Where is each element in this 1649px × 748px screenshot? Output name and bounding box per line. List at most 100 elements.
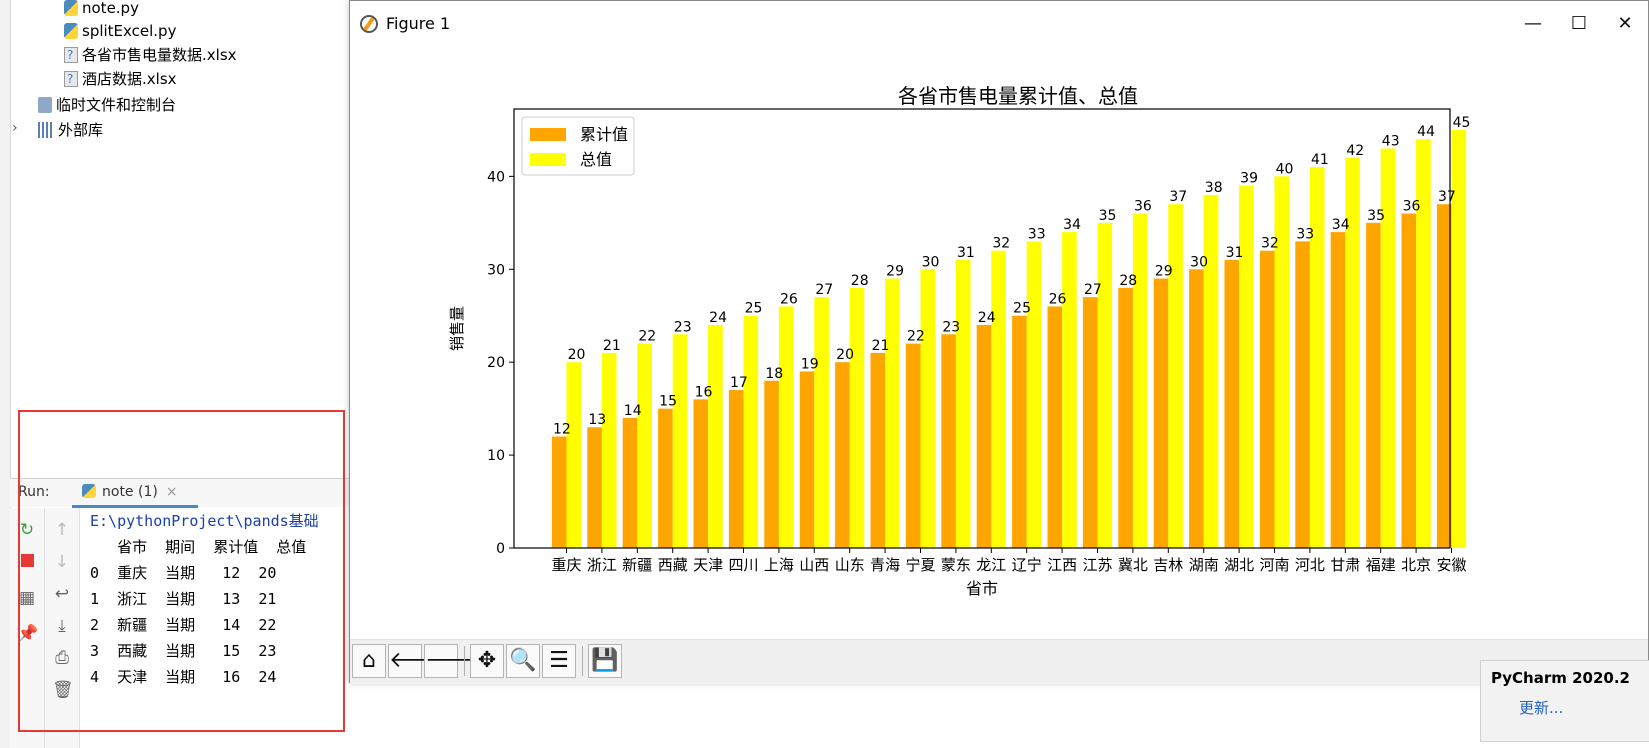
bar-cumulative bbox=[835, 362, 850, 548]
bar-total bbox=[1203, 194, 1219, 548]
bar-value-label: 33 bbox=[1028, 226, 1046, 242]
chevron-right-icon[interactable]: › bbox=[12, 120, 18, 136]
bar-cumulative bbox=[551, 436, 567, 548]
bar-series-group bbox=[551, 129, 1467, 549]
library-icon bbox=[38, 122, 54, 138]
bar-total bbox=[1239, 185, 1254, 548]
unknown-file-icon bbox=[64, 43, 78, 67]
x-tick-label: 上海 bbox=[764, 556, 794, 574]
bar-cumulative bbox=[941, 334, 956, 548]
unknown-file-icon bbox=[64, 67, 78, 91]
configure-subplots-icon[interactable]: ☰ bbox=[542, 644, 576, 678]
bar-cumulative bbox=[693, 399, 709, 548]
bar-value-label: 28 bbox=[851, 273, 869, 289]
bar-value-label: 37 bbox=[1438, 189, 1456, 205]
minimize-icon[interactable]: — bbox=[1510, 9, 1556, 39]
x-tick-label: 吉林 bbox=[1153, 556, 1183, 574]
y-tick-label: 40 bbox=[487, 169, 505, 185]
bar-cumulative bbox=[976, 325, 992, 548]
bar-total bbox=[637, 343, 652, 548]
bar-value-label: 22 bbox=[638, 329, 656, 345]
x-tick-label: 湖北 bbox=[1224, 556, 1254, 574]
toolbar-separator bbox=[464, 646, 465, 676]
legend-label: 总值 bbox=[580, 150, 612, 169]
matplotlib-app-icon bbox=[360, 15, 378, 33]
bar-total bbox=[1132, 213, 1148, 548]
y-tick-label: 20 bbox=[487, 355, 505, 371]
bar-total bbox=[566, 362, 582, 548]
bar-cumulative bbox=[870, 352, 886, 548]
bar-cumulative bbox=[1295, 241, 1310, 548]
tree-item-hotel-xlsx[interactable]: 酒店数据.xlsx bbox=[64, 67, 177, 91]
bar-total bbox=[1274, 176, 1290, 548]
bar-value-label: 19 bbox=[801, 356, 819, 372]
bar-cumulative bbox=[1153, 278, 1169, 548]
home-icon[interactable]: ⌂ bbox=[352, 644, 386, 678]
x-tick-label: 河北 bbox=[1295, 556, 1325, 574]
tree-item-sales-xlsx[interactable]: 各省市售电量数据.xlsx bbox=[64, 43, 237, 67]
x-tick-label: 辽宁 bbox=[1012, 556, 1042, 574]
bar-value-label: 43 bbox=[1382, 133, 1400, 149]
bar-cumulative bbox=[728, 390, 744, 548]
bar-value-label: 12 bbox=[553, 422, 571, 438]
close-icon[interactable]: ✕ bbox=[1602, 9, 1648, 39]
bar-value-label: 35 bbox=[1367, 208, 1385, 224]
tree-item-note-py[interactable]: note.py bbox=[64, 0, 139, 20]
bar-value-label: 25 bbox=[1013, 301, 1031, 317]
bar-value-label: 36 bbox=[1134, 199, 1152, 215]
bar-cumulative bbox=[1047, 306, 1063, 548]
back-arrow-icon[interactable]: 🡐 bbox=[388, 644, 448, 678]
bar-value-label: 32 bbox=[1261, 236, 1279, 252]
bar-value-label: 31 bbox=[1226, 245, 1244, 261]
zoom-icon[interactable]: 🔍 bbox=[506, 644, 540, 678]
update-notification[interactable]: PyCharm 2020.2 更新... bbox=[1480, 660, 1649, 742]
x-tick-label: 河南 bbox=[1259, 556, 1289, 574]
bar-value-label: 45 bbox=[1453, 115, 1471, 131]
bar-value-label: 24 bbox=[709, 310, 727, 326]
bar-value-label: 23 bbox=[674, 319, 692, 335]
bar-total bbox=[601, 352, 617, 548]
x-tick-label: 浙江 bbox=[587, 556, 617, 574]
matplotlib-toolbar: ⌂ 🡐 🡒 ✥ 🔍 ☰ 💾 bbox=[350, 639, 1648, 684]
y-axis-label: 销售量 bbox=[448, 306, 466, 351]
window-titlebar[interactable]: Figure 1 — ☐ ✕ bbox=[350, 1, 1648, 47]
tree-item-external-libraries[interactable]: 外部库 bbox=[38, 118, 103, 142]
save-icon[interactable]: 💾 bbox=[588, 644, 622, 678]
bar-total bbox=[1097, 222, 1113, 548]
x-tick-label: 龙江 bbox=[976, 556, 1006, 574]
pan-icon[interactable]: ✥ bbox=[470, 644, 504, 678]
y-axis-ticks: 0 10 20 30 40 bbox=[487, 169, 514, 557]
tree-item-splitexcel-py[interactable]: splitExcel.py bbox=[64, 19, 176, 43]
bar-value-label: 34 bbox=[1063, 217, 1081, 233]
forward-arrow-icon[interactable]: 🡒 bbox=[424, 644, 484, 678]
bar-chart: 各省市售电量累计值、总值 12 20 13 21 14 22 15 23 16 24 17 25 18 2… bbox=[448, 84, 1471, 598]
bar-value-label: 44 bbox=[1417, 124, 1435, 140]
bar-value-label: 33 bbox=[1296, 226, 1314, 242]
bar-value-label: 37 bbox=[1169, 189, 1187, 205]
bar-value-label: 36 bbox=[1403, 199, 1421, 215]
bar-cumulative bbox=[1259, 250, 1275, 548]
bar-value-label: 13 bbox=[588, 412, 606, 428]
bar-value-label: 24 bbox=[978, 310, 996, 326]
bar-value-label: 30 bbox=[922, 254, 940, 270]
x-tick-label: 西藏 bbox=[658, 556, 688, 574]
bar-value-label: 31 bbox=[957, 245, 975, 261]
plot-canvas[interactable]: 各省市售电量累计值、总值 12 20 13 21 14 22 15 23 16 24 17 25 18 2… bbox=[350, 47, 1648, 639]
bar-total bbox=[672, 334, 688, 548]
maximize-icon[interactable]: ☐ bbox=[1556, 9, 1602, 39]
tree-item-label: 临时文件和控制台 bbox=[56, 96, 177, 114]
bar-value-label: 26 bbox=[780, 291, 798, 307]
bar-total bbox=[814, 297, 829, 548]
bar-value-label: 41 bbox=[1311, 152, 1329, 168]
bar-value-label: 17 bbox=[730, 375, 748, 391]
tree-item-label: 外部库 bbox=[58, 121, 104, 139]
update-link[interactable]: 更新... bbox=[1519, 697, 1563, 718]
x-tick-label: 湖南 bbox=[1189, 556, 1219, 574]
tree-item-scratches[interactable]: 临时文件和控制台 bbox=[38, 93, 176, 117]
bar-value-label: 21 bbox=[872, 338, 890, 354]
bar-cumulative bbox=[587, 427, 602, 548]
bar-cumulative bbox=[1436, 204, 1452, 549]
bar-cumulative bbox=[1330, 232, 1346, 548]
chart-title: 各省市售电量累计值、总值 bbox=[898, 84, 1138, 108]
notification-title: PyCharm 2020.2 bbox=[1491, 669, 1630, 687]
